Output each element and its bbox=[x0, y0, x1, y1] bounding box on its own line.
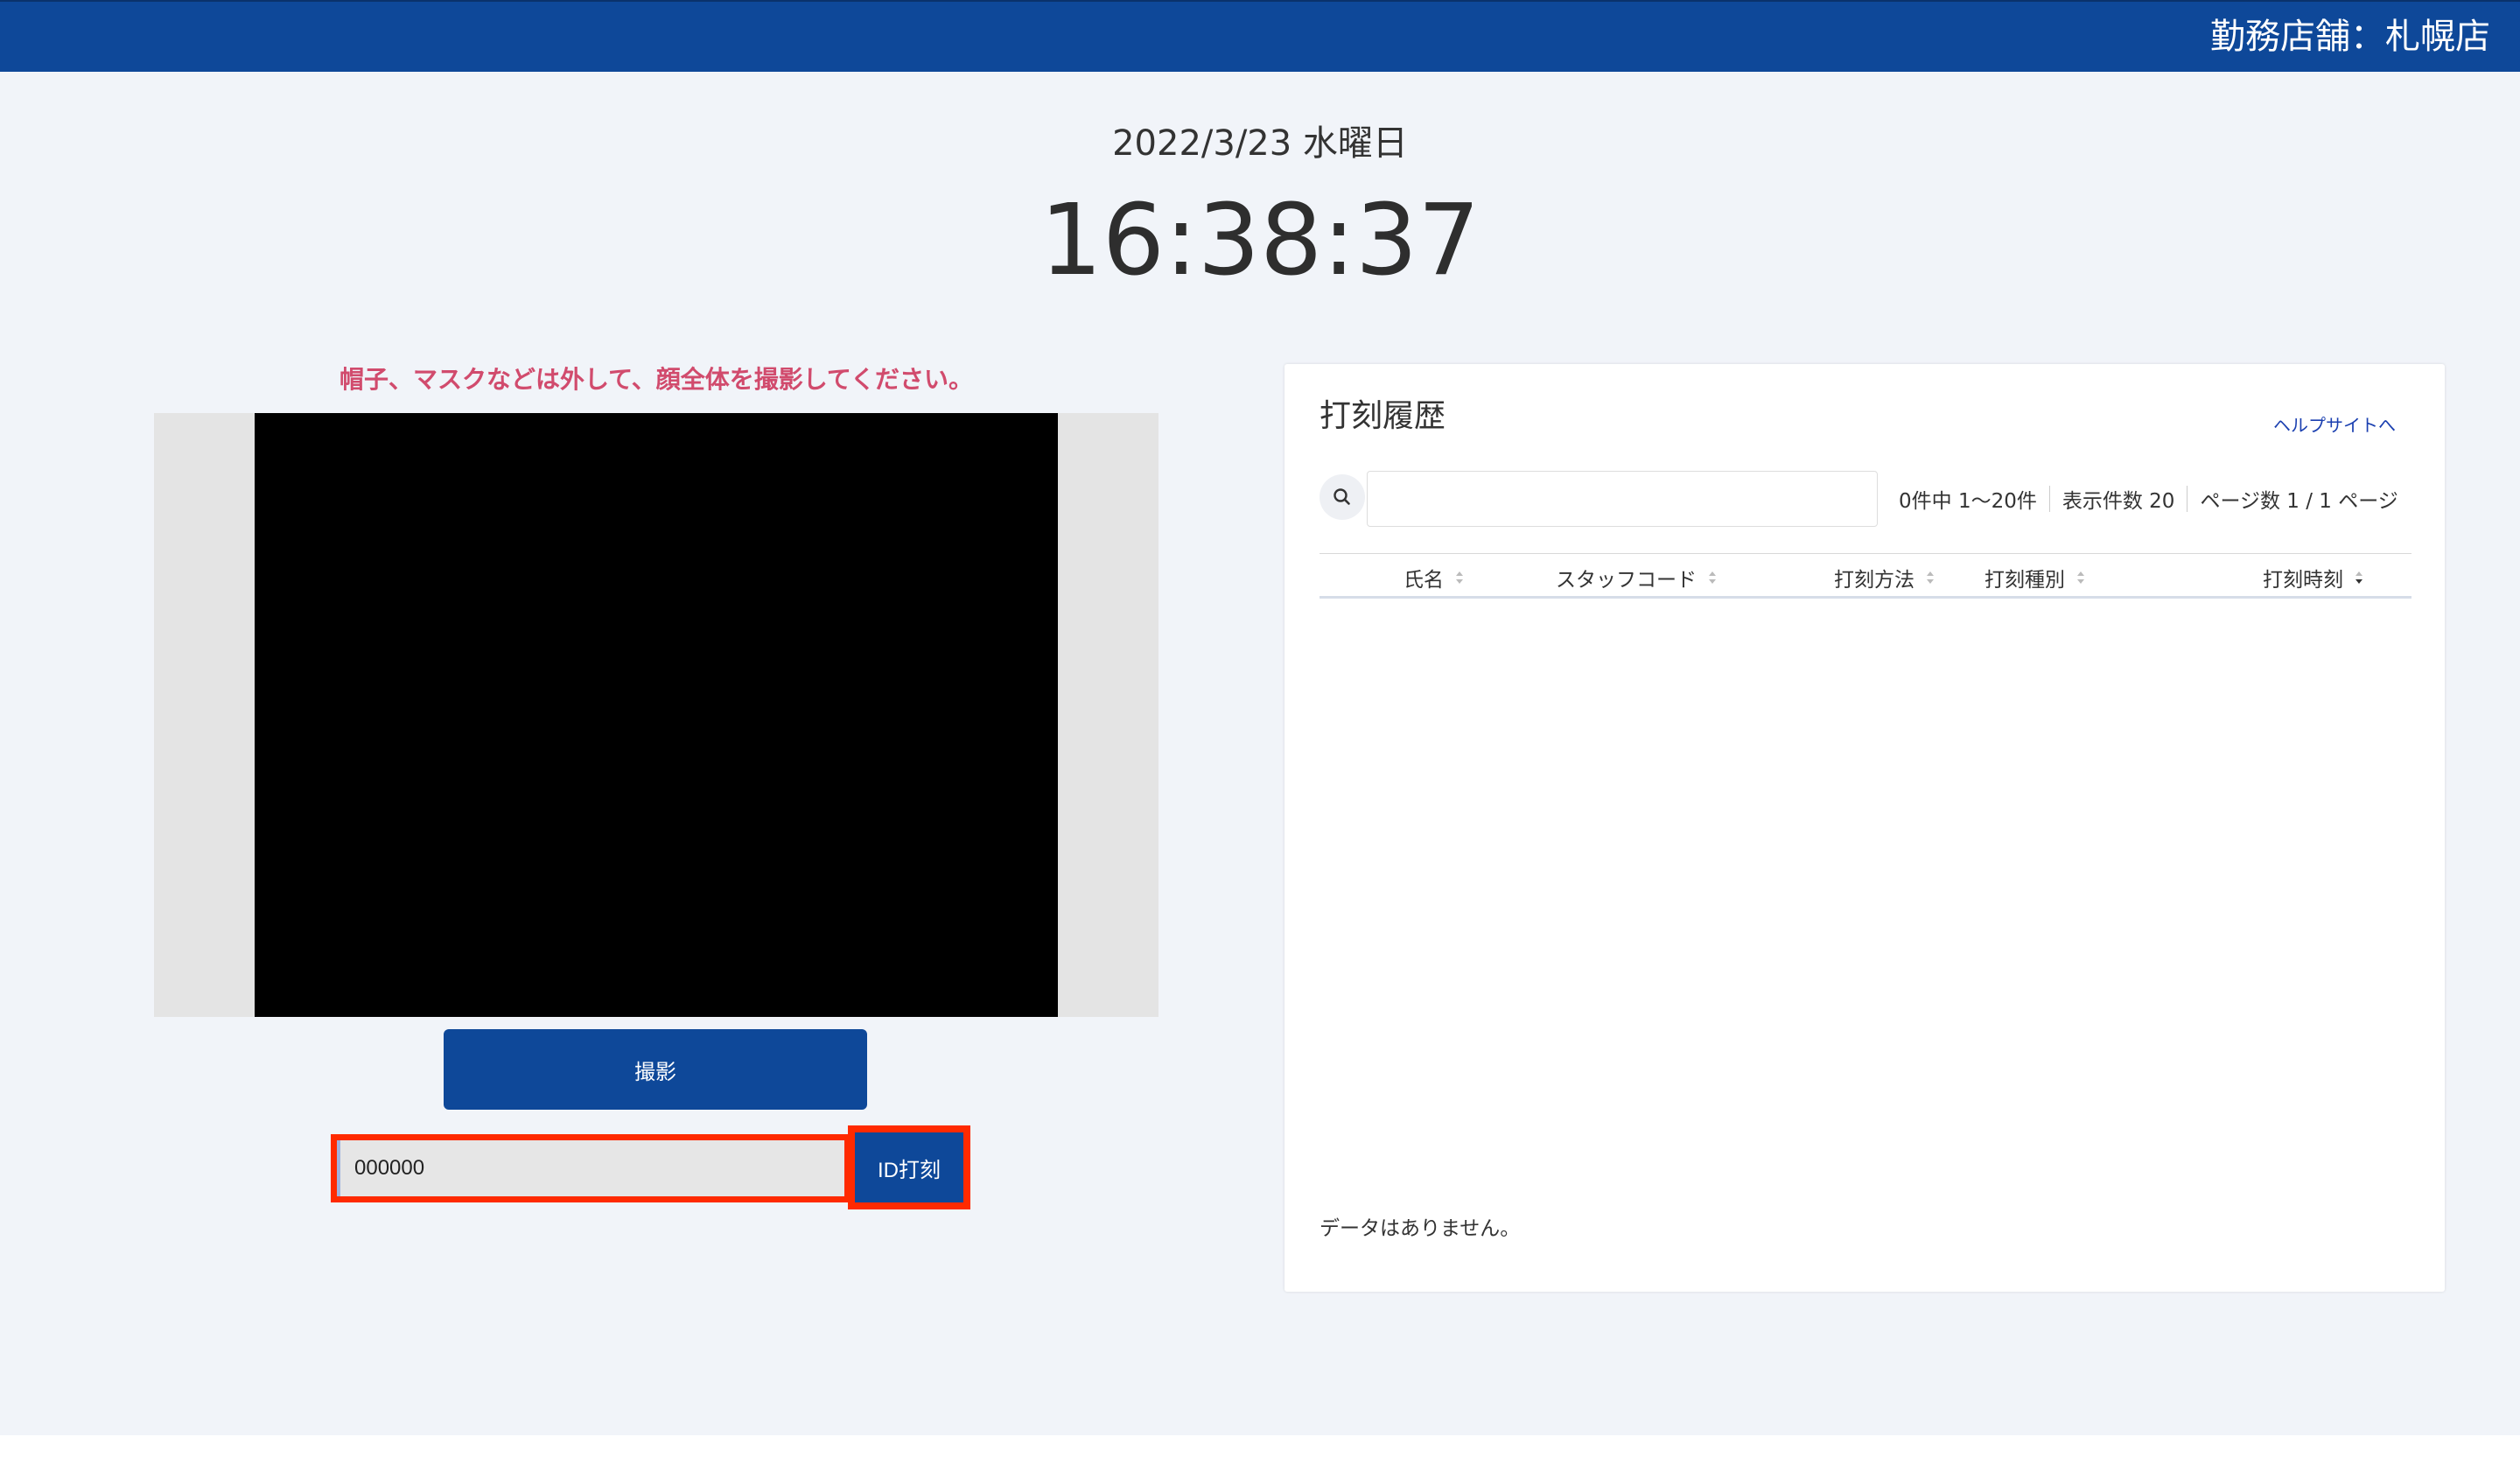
id-punch-button[interactable]: ID打刻 bbox=[862, 1139, 956, 1195]
history-search-input[interactable] bbox=[1367, 471, 1878, 527]
column-label: 打刻時刻 bbox=[2263, 569, 2343, 592]
camera-notice: 帽子、マスクなどは外して、顔全体を撮影してください。 bbox=[339, 365, 974, 394]
staff-id-input[interactable] bbox=[331, 1134, 850, 1202]
sort-desc-icon bbox=[2356, 571, 2362, 584]
column-punch-time[interactable]: 打刻時刻 bbox=[2263, 563, 2364, 592]
punch-history-panel: 打刻履歴 ヘルプサイトへ 0件中 1〜20件 表示件数 20 ページ数 1 / … bbox=[1284, 364, 2445, 1292]
column-label: スタッフコード bbox=[1556, 569, 1697, 592]
column-punch-type[interactable]: 打刻種別 bbox=[1984, 563, 2086, 592]
camera-frame bbox=[154, 413, 1158, 1017]
column-staff-code[interactable]: スタッフコード bbox=[1556, 563, 1718, 592]
sort-icon bbox=[1709, 571, 1716, 584]
sort-icon bbox=[2077, 571, 2084, 584]
history-table-header: 氏名 スタッフコード 打刻方法 打刻種別 打刻時刻 bbox=[1320, 553, 2412, 599]
top-bar: 勤務店舗：札幌店 bbox=[0, 0, 2520, 72]
search-icon[interactable] bbox=[1320, 474, 1365, 520]
id-punch-highlight: ID打刻 bbox=[848, 1125, 970, 1209]
pager-divider bbox=[2187, 486, 2188, 512]
camera-preview bbox=[255, 413, 1058, 1017]
column-punch-method[interactable]: 打刻方法 bbox=[1834, 563, 1936, 592]
help-site-link[interactable]: ヘルプサイトへ bbox=[2273, 413, 2396, 438]
current-time: 16:38:37 bbox=[1040, 184, 1480, 298]
history-title: 打刻履歴 bbox=[1320, 398, 1446, 434]
column-name[interactable]: 氏名 bbox=[1404, 563, 1465, 592]
timeclock-page: 勤務店舗：札幌店 2022/3/23 水曜日 16:38:37 帽子、マスクなど… bbox=[0, 0, 2520, 1435]
column-label: 氏名 bbox=[1404, 569, 1444, 592]
store-name: 勤務店舗：札幌店 bbox=[2210, 17, 2490, 57]
empty-message: データはありません。 bbox=[1320, 1217, 1521, 1240]
per-page-selector[interactable]: 表示件数 20 bbox=[2062, 484, 2175, 514]
pagination-info: 0件中 1〜20件 表示件数 20 ページ数 1 / 1 ページ bbox=[1899, 481, 2398, 516]
page-count: ページ数 1 / 1 ページ bbox=[2200, 490, 2398, 513]
record-count: 0件中 1〜20件 bbox=[1899, 490, 2037, 513]
pager-divider bbox=[2048, 486, 2050, 512]
sort-icon bbox=[1456, 571, 1463, 584]
column-label: 打刻種別 bbox=[1984, 569, 2065, 592]
shoot-button[interactable]: 撮影 bbox=[444, 1029, 867, 1110]
column-label: 打刻方法 bbox=[1834, 569, 1914, 592]
current-date: 2022/3/23 水曜日 bbox=[1112, 123, 1408, 164]
sort-icon bbox=[1927, 571, 1934, 584]
